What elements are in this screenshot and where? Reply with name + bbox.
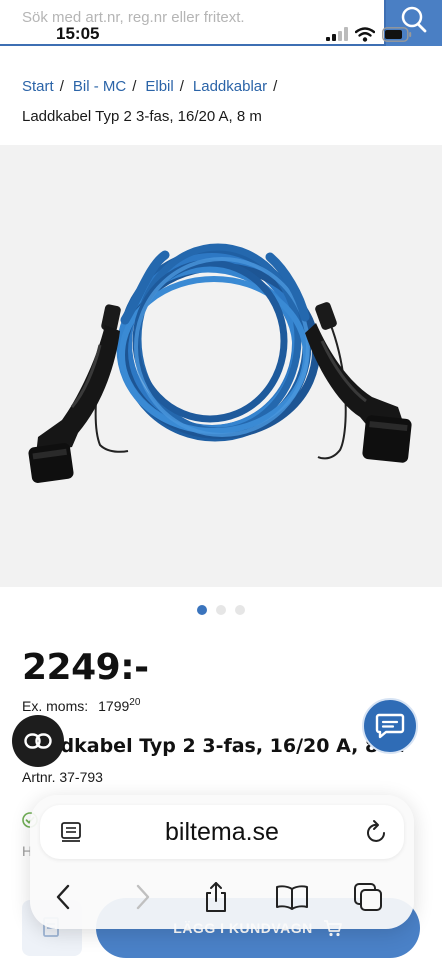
breadcrumb-elbil[interactable]: Elbil	[145, 78, 173, 96]
breadcrumb-separator: /	[59, 78, 64, 95]
battery-icon	[382, 26, 412, 42]
wifi-icon	[355, 26, 375, 42]
right-plug	[305, 302, 412, 463]
ex-moms-cents: 20	[129, 697, 141, 708]
charging-cable-illustration	[28, 243, 412, 483]
chevron-left-icon	[56, 884, 70, 910]
forward-button[interactable]	[122, 877, 162, 917]
carousel-dot[interactable]	[235, 605, 245, 615]
left-plug	[28, 304, 121, 483]
browser-nav-bar	[30, 871, 414, 921]
breadcrumb-laddkablar[interactable]: Laddkablar	[193, 78, 267, 96]
breadcrumb-separator: /	[179, 78, 184, 95]
tabs-icon	[354, 883, 382, 911]
product-price: 2249:-	[22, 647, 149, 688]
carousel-dot[interactable]	[216, 605, 226, 615]
tabs-button[interactable]	[348, 877, 388, 917]
share-icon	[206, 882, 226, 912]
chevron-right-icon	[136, 884, 150, 910]
status-icons	[326, 24, 412, 44]
address-bar[interactable]: biltema.se	[40, 805, 404, 859]
back-button[interactable]	[44, 877, 84, 917]
product-title: Laddkabel Typ 2 3-fas, 16/20 A, 8 m	[22, 735, 405, 757]
ex-moms-label: Ex. moms:	[22, 698, 89, 714]
compare-button[interactable]	[12, 715, 64, 767]
breadcrumb-start[interactable]: Start	[22, 78, 54, 96]
carousel-dot[interactable]	[197, 605, 207, 615]
chat-bubble-icon	[375, 713, 405, 739]
image-carousel-dots	[0, 605, 442, 615]
product-image[interactable]	[0, 145, 442, 587]
breadcrumb: Start / Bil - MC / Elbil / Laddkablar / …	[22, 78, 422, 125]
breadcrumb-bil-mc[interactable]: Bil - MC	[73, 78, 126, 96]
breadcrumb-separator: /	[132, 78, 137, 95]
browser-toolbar: biltema.se	[30, 795, 414, 929]
book-icon	[276, 885, 308, 910]
bookmarks-button[interactable]	[272, 877, 312, 917]
reload-icon[interactable]	[364, 818, 390, 846]
chat-button[interactable]	[362, 698, 418, 754]
signal-icon	[326, 27, 348, 41]
price-ex-vat: Ex. moms: 179920	[22, 697, 140, 714]
link-icon	[24, 733, 52, 749]
article-number: Artnr. 37-793	[22, 769, 103, 785]
ex-moms-value: 1799	[98, 698, 130, 714]
breadcrumb-separator: /	[273, 78, 278, 95]
url-text: biltema.se	[165, 818, 279, 846]
status-time: 15:05	[56, 24, 100, 43]
breadcrumb-current: Laddkabel Typ 2 3-fas, 16/20 A, 8 m	[22, 108, 262, 125]
share-button[interactable]	[196, 877, 236, 917]
